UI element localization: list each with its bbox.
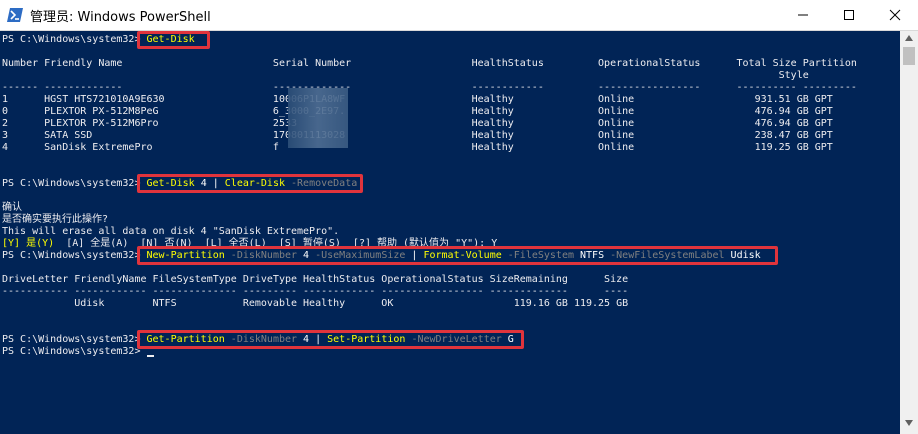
highlight-box-get-disk <box>137 31 210 49</box>
scroll-up-arrow-icon[interactable] <box>905 35 913 41</box>
maximize-button[interactable] <box>826 0 872 30</box>
highlight-box-clear-disk <box>137 174 363 193</box>
disk-row: 4 SanDisk ExtremePro f Healthy Online 11… <box>2 142 833 153</box>
volume-table-header: DriveLetter FriendlyName FileSystemType … <box>2 274 629 285</box>
scroll-down-arrow-icon[interactable] <box>905 420 913 426</box>
erase-warning: This will erase all data on disk 4 "SanD… <box>2 226 340 237</box>
scroll-thumb[interactable] <box>903 47 915 65</box>
default-choice: [Y] 是(Y) <box>2 238 55 249</box>
volume-table-separator: ----------- ------------ -------------- … <box>2 286 629 297</box>
minimize-icon <box>798 14 808 16</box>
disk-row: 0 PLEXTOR PX-512M8PeG 6_3000_2E97. Healt… <box>2 106 833 117</box>
highlight-box-new-partition <box>137 246 778 265</box>
close-button[interactable] <box>872 0 918 30</box>
disk-row: 1 HGST HTS721010A9E630 10006P1LA8WF Heal… <box>2 94 833 105</box>
minimize-button[interactable] <box>780 0 826 30</box>
maximize-icon <box>844 10 854 20</box>
confirm-question: 是否确实要执行此操作? <box>2 214 109 225</box>
current-prompt-line[interactable]: PS C:\Windows\system32> <box>2 346 154 358</box>
confirm-title: 确认 <box>2 202 22 213</box>
window-title: 管理员: Windows PowerShell <box>30 10 211 25</box>
prompt: PS C:\Windows\system32> <box>2 334 147 345</box>
prompt: PS C:\Windows\system32> <box>2 346 147 357</box>
text-cursor <box>146 355 154 357</box>
volume-row: Udisk NTFS Removable Healthy OK 119.16 G… <box>2 298 629 309</box>
highlight-box-set-partition <box>137 330 524 349</box>
redacted-serial-area <box>288 88 348 148</box>
disk-row: 3 SATA SSD 170801113028 Healthy Online 2… <box>2 130 833 141</box>
disk-table-header: Number Friendly Name Serial Number Healt… <box>2 58 857 69</box>
disk-table-header-cont: Style <box>2 70 809 81</box>
close-icon <box>889 9 901 21</box>
title-bar: 管理员: Windows PowerShell <box>0 0 918 31</box>
prompt: PS C:\Windows\system32> <box>2 34 147 45</box>
vertical-scrollbar[interactable] <box>900 31 918 434</box>
disk-table-separator: ------ ------------- ------------- -----… <box>2 82 857 93</box>
prompt: PS C:\Windows\system32> <box>2 178 147 189</box>
prompt: PS C:\Windows\system32> <box>2 250 147 261</box>
disk-row: 2 PLEXTOR PX-512M6Pro 2533 Healthy Onlin… <box>2 118 833 129</box>
powershell-icon <box>7 8 23 22</box>
console-output[interactable]: PS C:\Windows\system32> Get-Disk Number … <box>0 31 900 434</box>
